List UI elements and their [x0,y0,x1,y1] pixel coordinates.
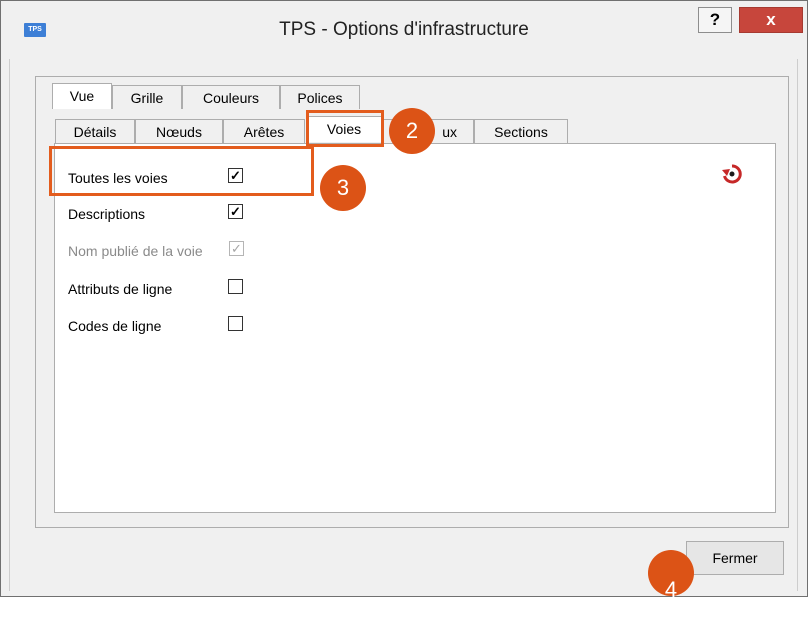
tab-details[interactable]: Détails [55,119,135,143]
highlight-voies-tab [306,110,384,147]
checkbox-attributs-de-ligne[interactable] [228,279,243,294]
frame-edge-right [797,59,798,591]
tab-aretes[interactable]: Arêtes [223,119,305,143]
reset-icon[interactable] [721,163,743,185]
voies-tab-panel [54,143,776,513]
tab-couleurs[interactable]: Couleurs [182,85,280,109]
step-marker-2: 2 [389,108,435,154]
tab-sections[interactable]: Sections [474,119,568,143]
help-button[interactable]: ? [698,7,732,33]
title-bar: TPS TPS - Options d'infrastructure ? x [1,1,807,59]
checkbox-codes-de-ligne[interactable] [228,316,243,331]
option-label-nom-publie: Nom publié de la voie [68,243,203,259]
step-marker-3: 3 [320,165,366,211]
checkbox-descriptions[interactable]: ✓ [228,204,243,219]
fermer-button[interactable]: Fermer [686,541,784,575]
close-window-button[interactable]: x [739,7,803,33]
option-label-codes-de-ligne: Codes de ligne [68,318,162,334]
tab-polices[interactable]: Polices [280,85,360,109]
checkbox-nom-publie: ✓ [229,241,244,256]
frame-edge-left [9,59,10,591]
tab-grille[interactable]: Grille [112,85,182,109]
highlight-toutes-les-voies [49,146,314,196]
tab-noeuds[interactable]: Nœuds [135,119,223,143]
option-label-attributs-de-ligne: Attributs de ligne [68,281,173,297]
step-marker-4: 4 [648,550,694,602]
tab-vue[interactable]: Vue [52,83,112,109]
window-title: TPS - Options d'infrastructure [279,19,529,40]
option-label-descriptions: Descriptions [68,206,146,222]
